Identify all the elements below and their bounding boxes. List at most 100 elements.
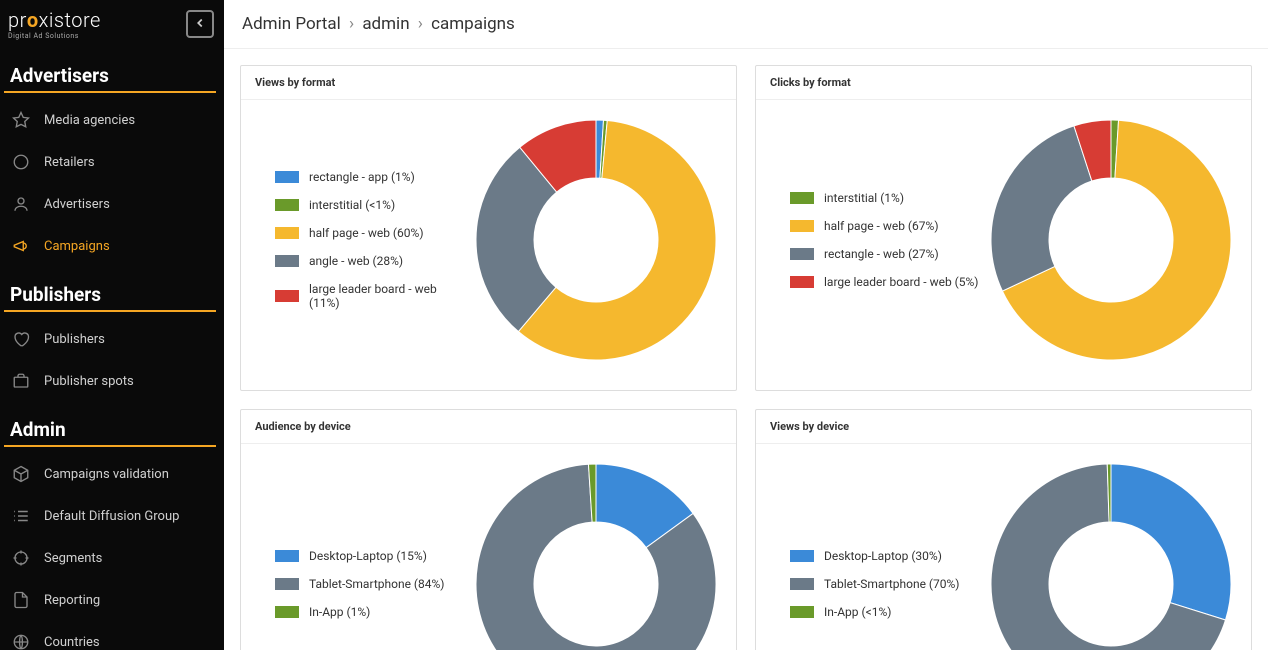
document-icon xyxy=(12,591,30,609)
legend-item[interactable]: In-App (<1%) xyxy=(790,605,981,619)
legend-item[interactable]: rectangle - web (27%) xyxy=(790,247,981,261)
legend-swatch xyxy=(275,227,299,239)
legend-swatch xyxy=(790,578,814,590)
sidebar-item-media-agencies[interactable]: Media agencies xyxy=(0,99,224,141)
sidebar-item-label: Countries xyxy=(44,635,100,650)
legend-swatch xyxy=(275,290,299,302)
legend-swatch xyxy=(275,171,299,183)
legend-label: rectangle - app (1%) xyxy=(309,170,415,184)
briefcase-icon xyxy=(12,372,30,390)
legend-item[interactable]: half page - web (67%) xyxy=(790,219,981,233)
sidebar-item-label: Default Diffusion Group xyxy=(44,509,179,524)
app-root: proxistore Digital Ad Solutions Advertis… xyxy=(0,0,1268,650)
sidebar-item-label: Reporting xyxy=(44,593,100,608)
sidebar-item-label: Publisher spots xyxy=(44,374,134,389)
donut-chart xyxy=(981,110,1241,370)
brand-logo: proxistore Digital Ad Solutions xyxy=(8,8,101,40)
brand-row: proxistore Digital Ad Solutions xyxy=(0,0,224,48)
legend-swatch xyxy=(790,192,814,204)
sidebar-item-campaigns-validation[interactable]: Campaigns validation xyxy=(0,453,224,495)
sidebar-item-label: Campaigns xyxy=(44,239,110,254)
sidebar: proxistore Digital Ad Solutions Advertis… xyxy=(0,0,224,650)
breadcrumb-item: campaigns xyxy=(431,14,515,34)
target-icon xyxy=(12,549,30,567)
donut-chart xyxy=(981,454,1241,650)
legend-item[interactable]: In-App (1%) xyxy=(275,605,466,619)
legend-swatch xyxy=(275,255,299,267)
legend-label: large leader board - web (11%) xyxy=(309,282,466,310)
legend-item[interactable]: half page - web (60%) xyxy=(275,226,466,240)
sidebar-item-label: Retailers xyxy=(44,155,95,170)
globe-icon xyxy=(12,633,30,650)
chart-card-audience-device: Audience by device Desktop-Laptop (15%) Ta… xyxy=(240,409,737,650)
donut-chart xyxy=(466,454,726,650)
legend-swatch xyxy=(790,606,814,618)
legend-label: interstitial (1%) xyxy=(824,191,904,205)
legend-item[interactable]: large leader board - web (5%) xyxy=(790,275,981,289)
main-area: Admin Portal › admin › campaigns Views b… xyxy=(224,0,1268,650)
chart-title: Audience by device xyxy=(241,410,736,444)
legend-swatch xyxy=(790,276,814,288)
sidebar-item-publisher-spots[interactable]: Publisher spots xyxy=(0,360,224,402)
legend-item[interactable]: interstitial (1%) xyxy=(790,191,981,205)
person-icon xyxy=(12,195,30,213)
chart-legend: rectangle - app (1%) interstitial (<1%) ha… xyxy=(251,156,466,324)
legend-item[interactable]: interstitial (<1%) xyxy=(275,198,466,212)
sidebar-item-segments[interactable]: Segments xyxy=(0,537,224,579)
chart-title: Views by device xyxy=(756,410,1251,444)
legend-swatch xyxy=(790,550,814,562)
legend-label: angle - web (28%) xyxy=(309,254,403,268)
breadcrumb: Admin Portal › admin › campaigns xyxy=(224,0,1268,49)
chart-card-views-device: Views by device Desktop-Laptop (30%) Table… xyxy=(755,409,1252,650)
sidebar-item-label: Media agencies xyxy=(44,113,135,128)
sidebar-item-retailers[interactable]: Retailers xyxy=(0,141,224,183)
chart-legend: interstitial (1%) half page - web (67%) re… xyxy=(766,177,981,303)
legend-item[interactable]: Tablet-Smartphone (70%) xyxy=(790,577,981,591)
legend-item[interactable]: Desktop-Laptop (30%) xyxy=(790,549,981,563)
chevron-left-icon xyxy=(193,15,207,34)
legend-item[interactable]: large leader board - web (11%) xyxy=(275,282,466,310)
legend-item[interactable]: angle - web (28%) xyxy=(275,254,466,268)
sidebar-item-label: Advertisers xyxy=(44,197,110,212)
legend-swatch xyxy=(275,606,299,618)
sidebar-collapse-button[interactable] xyxy=(186,10,214,38)
legend-label: In-App (1%) xyxy=(309,605,370,619)
legend-label: rectangle - web (27%) xyxy=(824,247,939,261)
chevron-right-icon: › xyxy=(418,14,423,34)
sidebar-item-reporting[interactable]: Reporting xyxy=(0,579,224,621)
sidebar-item-countries[interactable]: Countries xyxy=(0,621,224,650)
legend-label: Tablet-Smartphone (70%) xyxy=(824,577,959,591)
circle-icon xyxy=(12,153,30,171)
chart-card-clicks-format: Clicks by format interstitial (1%) half pa… xyxy=(755,65,1252,391)
sidebar-section-title: Advertisers xyxy=(4,54,216,93)
breadcrumb-item[interactable]: admin xyxy=(362,14,409,34)
legend-label: In-App (<1%) xyxy=(824,605,891,619)
donut-chart xyxy=(466,110,726,370)
sidebar-section-title: Admin xyxy=(4,408,216,447)
sidebar-section-title: Publishers xyxy=(4,273,216,312)
megaphone-icon xyxy=(12,237,30,255)
chart-legend: Desktop-Laptop (30%) Tablet-Smartphone (7… xyxy=(766,535,981,633)
heart-icon xyxy=(12,330,30,348)
legend-label: half page - web (67%) xyxy=(824,219,939,233)
sidebar-item-advertisers[interactable]: Advertisers xyxy=(0,183,224,225)
legend-label: half page - web (60%) xyxy=(309,226,424,240)
chart-card-views-format: Views by formatrectangle - app (1%)inter… xyxy=(240,65,737,391)
legend-swatch xyxy=(790,248,814,260)
legend-label: Desktop-Laptop (30%) xyxy=(824,549,942,563)
sidebar-item-publishers[interactable]: Publishers xyxy=(0,318,224,360)
sidebar-item-campaigns[interactable]: Campaigns xyxy=(0,225,224,267)
legend-swatch xyxy=(275,199,299,211)
legend-item[interactable]: Tablet-Smartphone (84%) xyxy=(275,577,466,591)
chevron-right-icon: › xyxy=(349,14,354,34)
chart-legend: Desktop-Laptop (15%) Tablet-Smartphone (8… xyxy=(251,535,466,633)
chart-title: Clicks by format xyxy=(756,66,1251,100)
sidebar-item-default-diffusion[interactable]: Default Diffusion Group xyxy=(0,495,224,537)
legend-item[interactable]: Desktop-Laptop (15%) xyxy=(275,549,466,563)
legend-swatch xyxy=(275,578,299,590)
breadcrumb-item[interactable]: Admin Portal xyxy=(242,14,341,34)
legend-item[interactable]: rectangle - app (1%) xyxy=(275,170,466,184)
sidebar-item-label: Segments xyxy=(44,551,102,566)
sidebar-item-label: Campaigns validation xyxy=(44,467,169,482)
legend-label: interstitial (<1%) xyxy=(309,198,395,212)
